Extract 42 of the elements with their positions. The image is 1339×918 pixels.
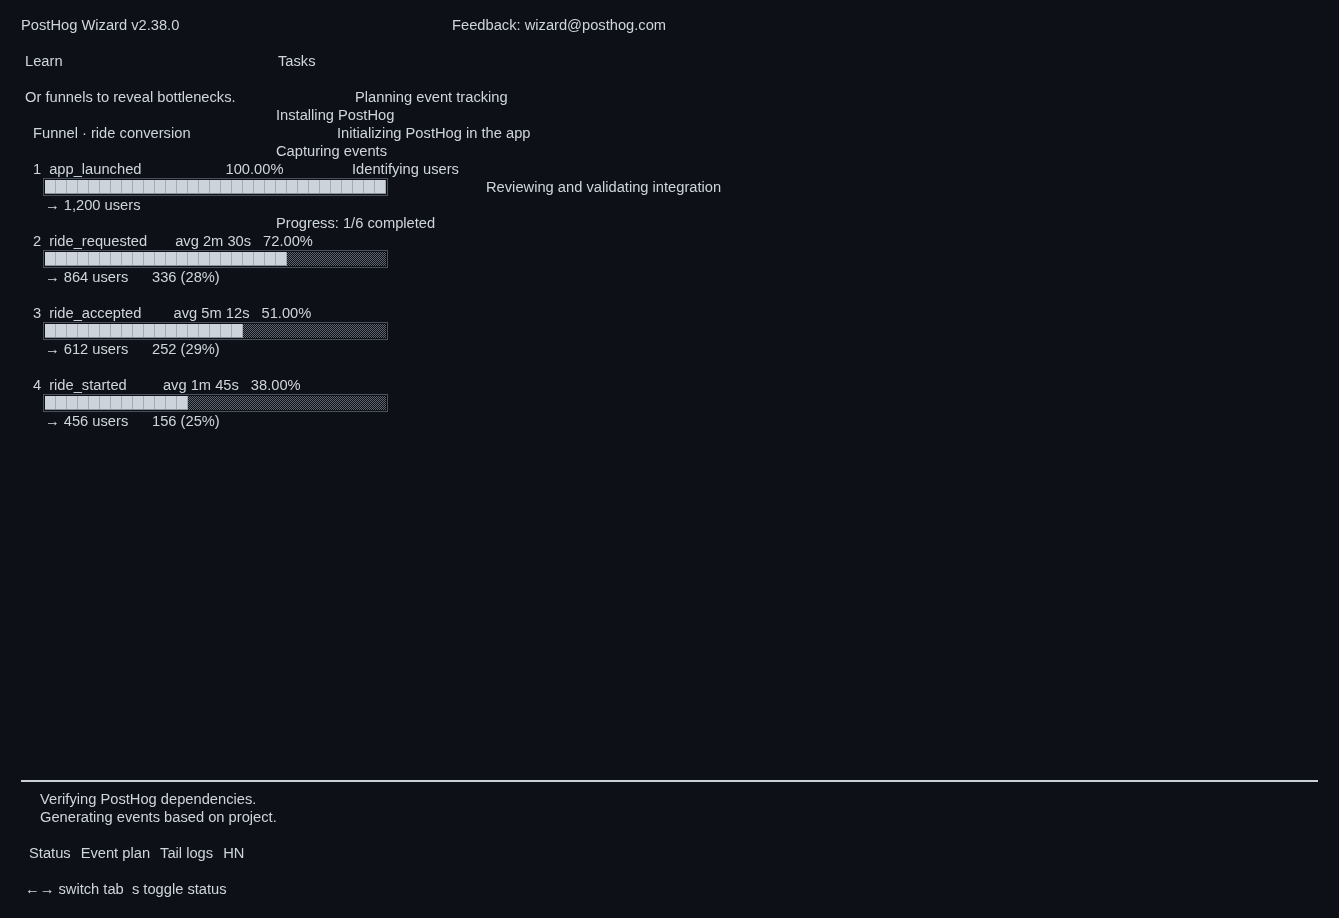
section-heading: Learn bbox=[25, 53, 63, 69]
step-avg-time: avg 2m 30s bbox=[175, 232, 252, 250]
step-percent: 51.00% bbox=[261, 304, 312, 322]
feedback-text: Feedback: wizard@posthog.com bbox=[452, 16, 667, 34]
step-dropoff: 252 (29%) bbox=[152, 340, 220, 358]
learn-text: Or funnels to reveal bottlenecks. bbox=[25, 89, 236, 105]
step-percent: 100.00% bbox=[225, 160, 284, 178]
progress-text: Progress: 1/6 completed bbox=[276, 215, 436, 231]
step-event: ride_started bbox=[49, 376, 127, 394]
step-dropoff: 156 (25%) bbox=[152, 412, 220, 430]
log-line: Generating events based on project. bbox=[40, 809, 277, 825]
tab[interactable]: Status bbox=[24, 844, 76, 862]
step-event: ride_accepted bbox=[49, 304, 142, 322]
step-percent: 72.00% bbox=[263, 232, 313, 250]
tab[interactable]: Tail logs bbox=[155, 844, 219, 862]
step-users: → 864 users bbox=[45, 268, 129, 286]
step-avg-time: avg 5m 12s bbox=[173, 304, 250, 322]
task-item: Reviewing and validating integration bbox=[486, 179, 722, 195]
funnel-title: Funnel · ride conversion bbox=[33, 125, 191, 141]
step-avg-time: avg 1m 45s bbox=[162, 376, 239, 394]
step-number: 1 bbox=[33, 160, 42, 178]
step-event: app_launched bbox=[49, 160, 142, 178]
step-number: 3 bbox=[33, 304, 42, 322]
step-event: ride_requested bbox=[49, 232, 148, 250]
keyboard-hints: ←→ switch tab s toggle status bbox=[25, 881, 227, 897]
section-heading: Tasks bbox=[278, 53, 316, 69]
task-item: Planning event tracking bbox=[355, 89, 508, 105]
step-dropoff: 336 (28%) bbox=[152, 268, 220, 286]
step-users: → 1,200 users bbox=[45, 196, 141, 214]
step-users: → 612 users bbox=[45, 340, 129, 358]
task-item: Installing PostHog bbox=[276, 107, 395, 123]
step-number: 4 bbox=[33, 376, 42, 394]
app-title: PostHog Wizard v2.38.0 bbox=[21, 16, 180, 34]
log-line: Verifying PostHog dependencies. bbox=[40, 791, 257, 807]
step-users: → 456 users bbox=[45, 412, 129, 430]
task-item: Initializing PostHog in the app bbox=[337, 125, 531, 141]
step-number: 2 bbox=[33, 232, 42, 250]
tab[interactable]: Event plan bbox=[75, 844, 156, 862]
step-percent: 38.00% bbox=[250, 376, 301, 394]
task-item: Capturing events bbox=[276, 143, 388, 159]
task-item: Identifying users bbox=[352, 161, 459, 177]
tab[interactable]: HN bbox=[218, 844, 250, 862]
